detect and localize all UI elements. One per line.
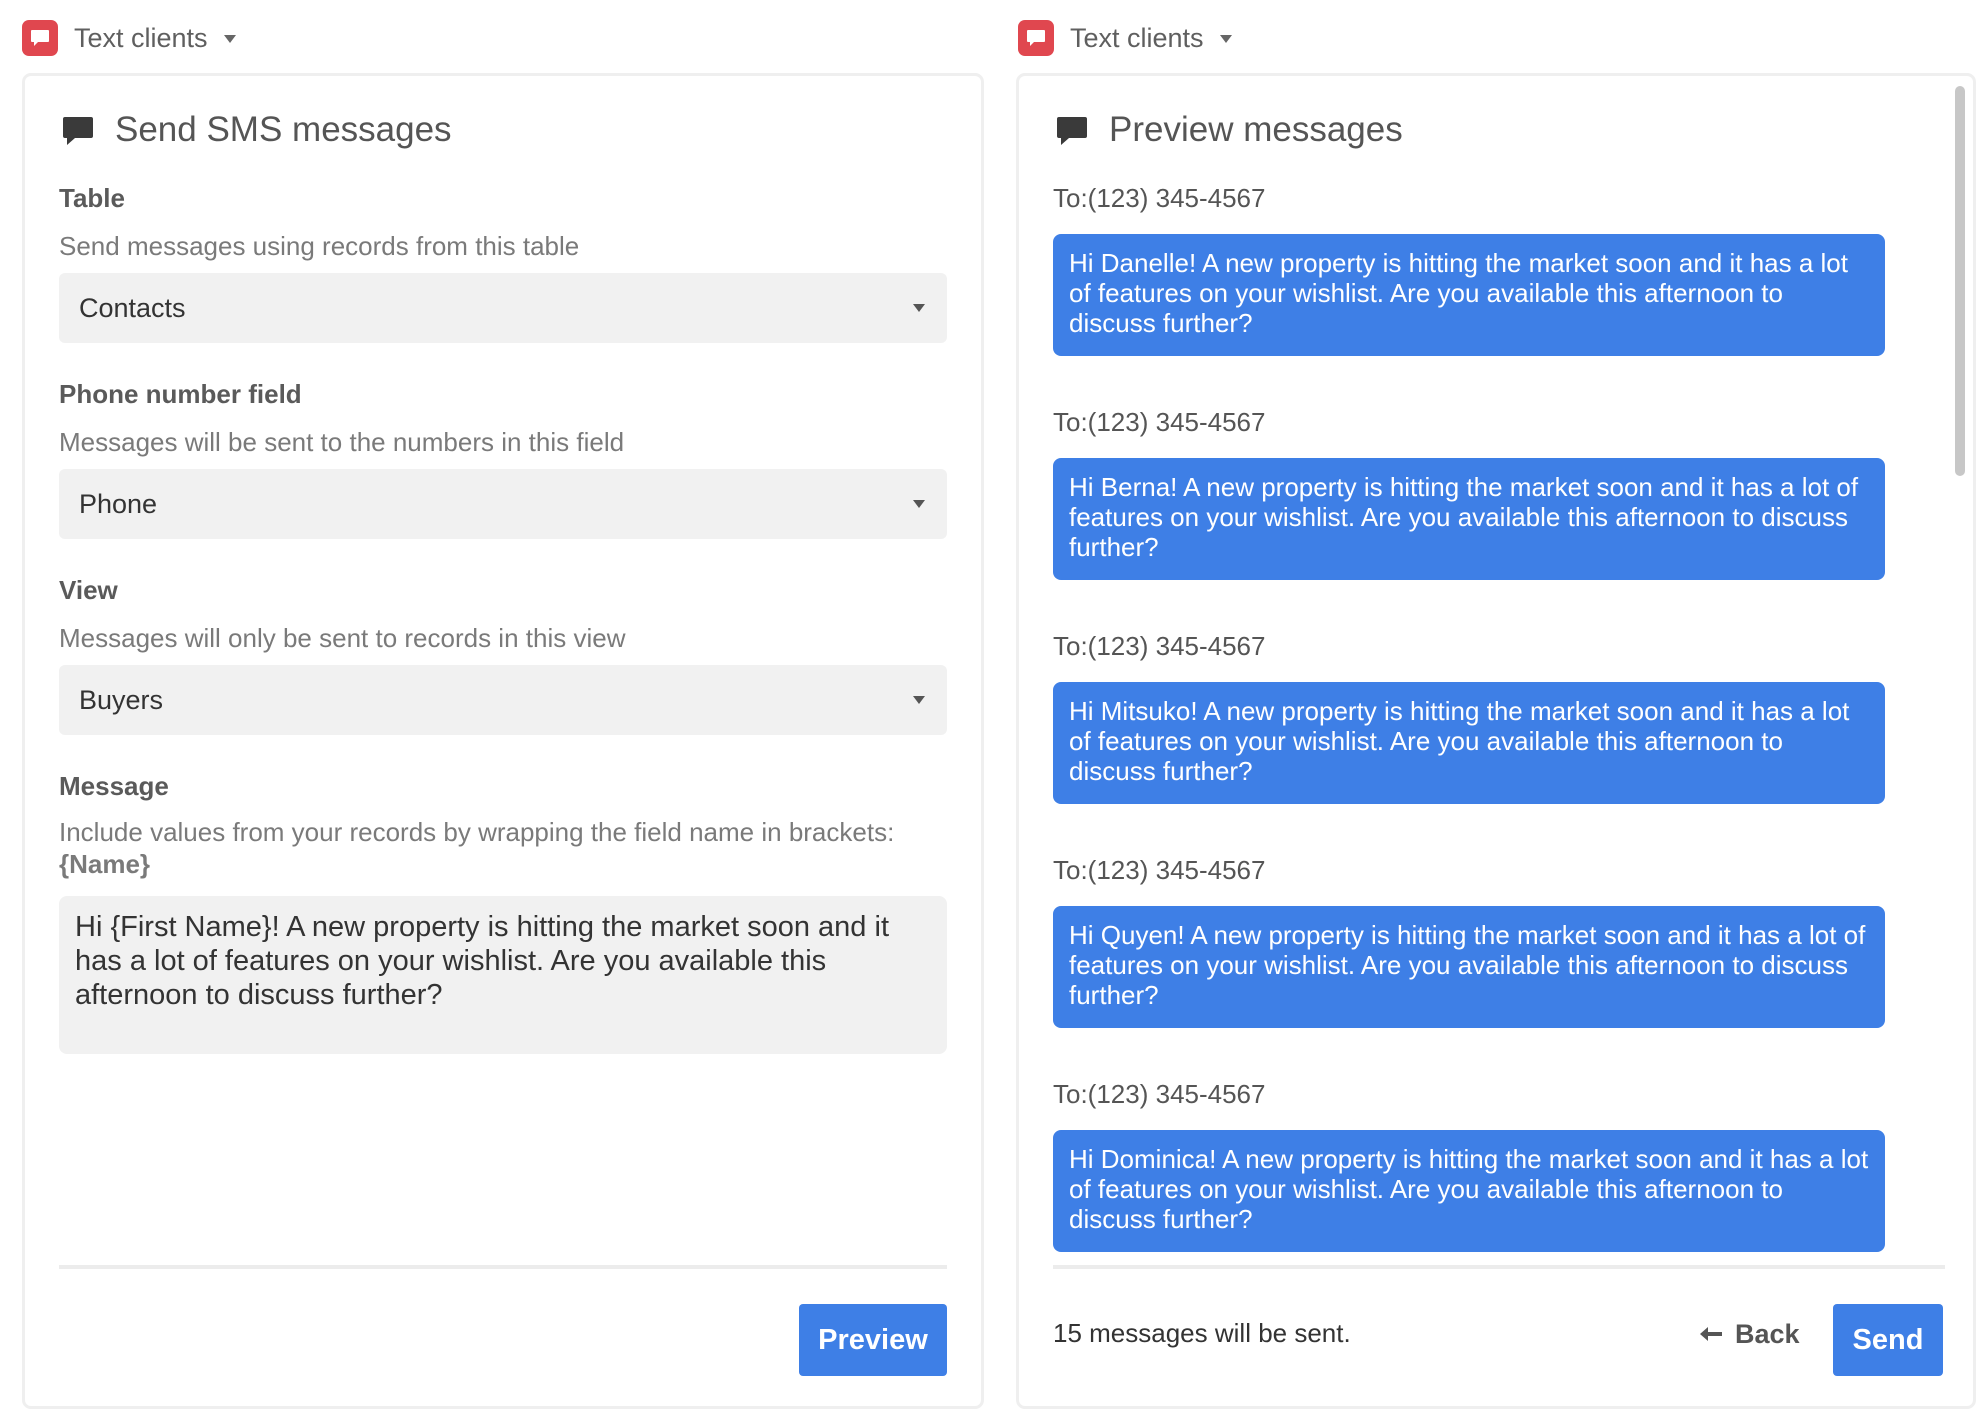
app-header-left[interactable]: Text clients (22, 20, 236, 56)
app-name[interactable]: Text clients (74, 23, 208, 54)
app-name[interactable]: Text clients (1070, 23, 1204, 54)
table-label: Table (59, 183, 125, 213)
view-label: View (59, 575, 118, 605)
message-recipient: To:(123) 345-4567 (1053, 855, 1266, 885)
phone-field-select[interactable]: Phone (59, 469, 947, 539)
dropdown-arrow-icon (913, 304, 925, 312)
message-recipient: To:(123) 345-4567 (1053, 407, 1266, 437)
message-textarea[interactable]: Hi {First Name}! A new property is hitti… (59, 896, 947, 1054)
message-bubble: Hi Dominica! A new property is hitting t… (1053, 1130, 1885, 1252)
send-summary: 15 messages will be sent. (1053, 1318, 1351, 1348)
message-bubble: Hi Danelle! A new property is hitting th… (1053, 234, 1885, 356)
message-bubble: Hi Berna! A new property is hitting the … (1053, 458, 1885, 580)
message-recipient: To:(123) 345-4567 (1053, 1079, 1266, 1109)
message-label: Message (59, 771, 169, 801)
table-select-value: Contacts (79, 292, 186, 323)
preview-messages-panel: Preview messages To:(123) 345-4567 Hi Da… (1016, 73, 1976, 1409)
scrollbar-thumb[interactable] (1955, 86, 1965, 476)
message-recipient: To:(123) 345-4567 (1053, 183, 1266, 213)
phone-field-label: Phone number field (59, 379, 302, 409)
message-bubble: Hi Quyen! A new property is hitting the … (1053, 906, 1885, 1028)
view-select[interactable]: Buyers (59, 665, 947, 735)
arrow-left-icon (1700, 1327, 1722, 1341)
speech-bubble-icon (63, 117, 93, 145)
divider (59, 1265, 947, 1269)
panel-header: Send SMS messages (61, 110, 452, 150)
dropdown-arrow-icon (913, 500, 925, 508)
panel-header: Preview messages (1055, 110, 1403, 150)
chevron-down-icon[interactable] (1219, 35, 1232, 43)
message-description-text: Include values from your records by wrap… (59, 817, 895, 847)
phone-field-description: Messages will be sent to the numbers in … (59, 427, 625, 457)
view-description: Messages will only be sent to records in… (59, 623, 626, 653)
back-button[interactable]: Back (1699, 1314, 1800, 1354)
message-description-example: {Name} (59, 849, 151, 879)
send-sms-panel: Send SMS messages Table Send messages us… (22, 73, 984, 1409)
send-button[interactable]: Send (1833, 1304, 1943, 1376)
message-bubble: Hi Mitsuko! A new property is hitting th… (1053, 682, 1885, 804)
phone-field-select-value: Phone (79, 488, 158, 519)
chat-bubble-app-icon (22, 20, 58, 56)
speech-bubble-icon (1057, 117, 1087, 145)
page-title: Preview messages (1109, 110, 1403, 149)
chevron-down-icon[interactable] (223, 35, 236, 43)
back-button-label: Back (1735, 1318, 1800, 1349)
divider (1053, 1265, 1945, 1269)
dropdown-arrow-icon (913, 696, 925, 704)
message-recipient: To:(123) 345-4567 (1053, 631, 1266, 661)
chat-bubble-app-icon (1018, 20, 1054, 56)
app-header-right[interactable]: Text clients (1018, 20, 1232, 56)
view-select-value: Buyers (79, 684, 164, 715)
preview-button[interactable]: Preview (799, 1304, 947, 1376)
table-description: Send messages using records from this ta… (59, 231, 580, 261)
message-description: Include values from your records by wrap… (59, 816, 951, 880)
table-select[interactable]: Contacts (59, 273, 947, 343)
page-title: Send SMS messages (115, 110, 452, 149)
